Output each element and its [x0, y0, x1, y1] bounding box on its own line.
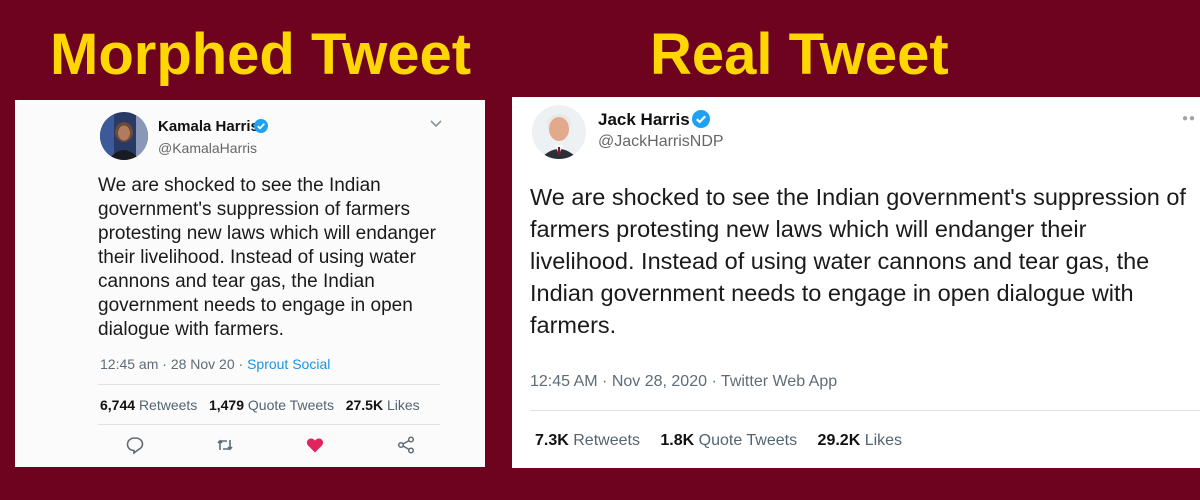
author-handle[interactable]: @KamalaHarris [158, 140, 257, 156]
likes-label[interactable]: Likes [865, 432, 902, 449]
morphed-tweet-heading: Morphed Tweet [50, 22, 472, 87]
retweet-count[interactable]: 6,744 [100, 397, 135, 413]
tweet-timestamp: 12:45 am · 28 Nov 20 · Sprout Social [100, 356, 330, 372]
author-name[interactable]: Kamala Harris [158, 118, 259, 135]
tweet-source-link[interactable]: Sprout Social [247, 356, 330, 372]
likes-label[interactable]: Likes [387, 397, 420, 413]
tweet-text: We are shocked to see the Indian governm… [98, 175, 436, 340]
real-tweet-heading: Real Tweet [650, 22, 949, 87]
divider [530, 410, 1200, 411]
tweet-stats: 6,744 Retweets 1,479 Quote Tweets 27.5K … [100, 397, 420, 413]
more-icon[interactable]: ●● [1182, 113, 1196, 124]
retweets-label[interactable]: Retweets [573, 432, 640, 449]
quote-tweet-count[interactable]: 1,479 [209, 397, 244, 413]
retweet-count[interactable]: 7.3K [535, 432, 569, 449]
like-count[interactable]: 29.2K [818, 432, 861, 449]
tweet-text: We are shocked to see the Indian governm… [530, 184, 1186, 338]
author-name[interactable]: Jack Harris [598, 110, 690, 130]
reply-icon[interactable] [125, 435, 145, 460]
morphed-tweet-card: Kamala Harris @KamalaHarris We are shock… [15, 100, 485, 467]
divider [98, 424, 440, 425]
retweets-label[interactable]: Retweets [139, 397, 197, 413]
real-tweet-card: Jack Harris @JackHarrisNDP ●● We are sho… [512, 97, 1200, 468]
verified-icon [254, 119, 268, 138]
chevron-down-icon[interactable] [429, 116, 443, 134]
verified-icon [692, 110, 710, 133]
avatar[interactable] [100, 112, 148, 160]
avatar[interactable] [532, 105, 586, 159]
quote-tweet-count[interactable]: 1.8K [660, 432, 694, 449]
like-icon[interactable] [305, 435, 325, 460]
quote-tweets-label[interactable]: Quote Tweets [248, 397, 334, 413]
quote-tweets-label[interactable]: Quote Tweets [699, 432, 797, 449]
retweet-icon[interactable] [215, 435, 235, 460]
tweet-stats: 7.3K Retweets 1.8K Quote Tweets 29.2K Li… [535, 432, 902, 450]
timestamp-text: 12:45 am · 28 Nov 20 · [100, 356, 248, 372]
divider [98, 384, 440, 385]
like-count[interactable]: 27.5K [346, 397, 383, 413]
author-handle[interactable]: @JackHarrisNDP [598, 133, 724, 151]
tweet-timestamp[interactable]: 12:45 AM · Nov 28, 2020 · Twitter Web Ap… [530, 373, 837, 391]
share-icon[interactable] [396, 435, 416, 460]
